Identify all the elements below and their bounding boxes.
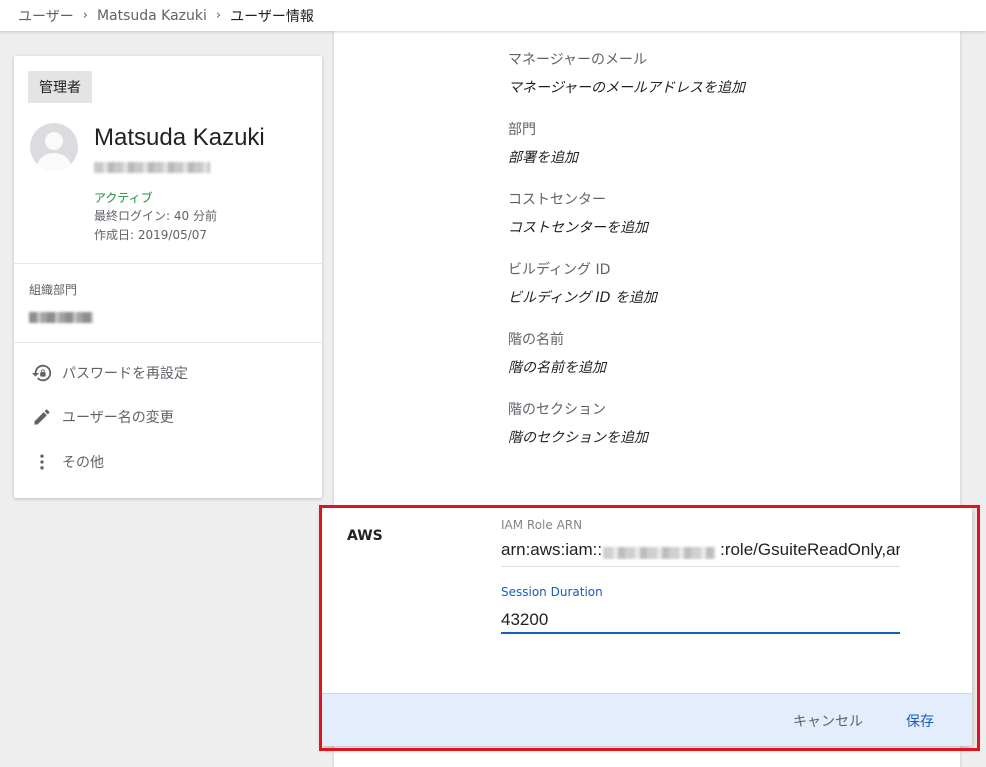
floor-section-label: 階のセクション: [508, 402, 606, 418]
more-options-button[interactable]: その他: [30, 448, 104, 476]
cost-center-label: コストセンター: [508, 192, 606, 208]
rename-user-label: ユーザー名の変更: [62, 410, 174, 426]
status-badge: アクティブ: [94, 191, 153, 205]
building-id-label: ビルディング ID: [508, 262, 611, 278]
user-profile-card: 管理者 Matsuda Kazuki アクティブ 最終ログイン: 40 分前 作…: [14, 56, 322, 498]
cancel-button[interactable]: キャンセル: [793, 694, 863, 747]
chevron-right-icon: ›: [82, 8, 88, 23]
iam-role-arn-field[interactable]: arn:aws:iam:::role/GsuiteReadOnly,arn: [501, 540, 900, 567]
iam-role-arn-label: IAM Role ARN: [501, 518, 583, 532]
manager-email-add[interactable]: マネージャーのメールアドレスを追加: [508, 77, 745, 97]
floor-name-add[interactable]: 階の名前を追加: [508, 357, 606, 377]
cost-center-add[interactable]: コストセンターを追加: [508, 217, 648, 237]
editor-footer: キャンセル 保存: [322, 693, 972, 746]
created-date: 作成日: 2019/05/07: [94, 228, 208, 242]
lock-reset-icon: [30, 361, 54, 385]
building-id-add[interactable]: ビルディング ID を追加: [508, 287, 657, 307]
aws-section-title: AWS: [347, 528, 383, 544]
reset-password-label: パスワードを再設定: [62, 366, 188, 382]
rename-user-button[interactable]: ユーザー名の変更: [30, 403, 174, 431]
floor-section-add[interactable]: 階のセクションを追加: [508, 427, 648, 447]
chevron-right-icon: ›: [215, 8, 222, 23]
breadcrumb-user-info: ユーザー情報: [230, 8, 314, 25]
session-duration-input[interactable]: [501, 608, 900, 634]
pencil-icon: [30, 405, 54, 429]
iam-arn-prefix: arn:aws:iam::: [501, 540, 603, 559]
more-vert-icon: [30, 450, 54, 474]
divider: [14, 342, 322, 343]
session-duration-label: Session Duration: [501, 585, 603, 599]
breadcrumb: ユーザー › Matsuda Kazuki › ユーザー情報: [0, 0, 986, 31]
manager-email-label: マネージャーのメール: [508, 52, 648, 68]
org-unit-redacted: [29, 312, 93, 323]
floor-name-label: 階の名前: [508, 332, 564, 348]
breadcrumb-users[interactable]: ユーザー: [18, 6, 74, 26]
account-id-redacted: [603, 547, 715, 559]
avatar: [30, 123, 78, 171]
department-label: 部門: [508, 122, 536, 138]
save-button[interactable]: 保存: [906, 694, 934, 747]
divider: [14, 263, 322, 264]
more-options-label: その他: [62, 455, 104, 471]
iam-arn-suffix: :role/GsuiteReadOnly,arn: [720, 540, 900, 559]
user-name: Matsuda Kazuki: [94, 124, 265, 151]
aws-attributes-editor: AWS IAM Role ARN arn:aws:iam:::role/Gsui…: [322, 508, 972, 746]
org-unit-label: 組織部門: [29, 283, 78, 297]
department-add[interactable]: 部署を追加: [508, 147, 578, 167]
reset-password-button[interactable]: パスワードを再設定: [30, 359, 188, 387]
last-login: 最終ログイン: 40 分前: [94, 209, 217, 223]
email-redacted: [94, 162, 210, 173]
role-chip: 管理者: [28, 71, 92, 103]
breadcrumb-user-name[interactable]: Matsuda Kazuki: [97, 8, 207, 24]
